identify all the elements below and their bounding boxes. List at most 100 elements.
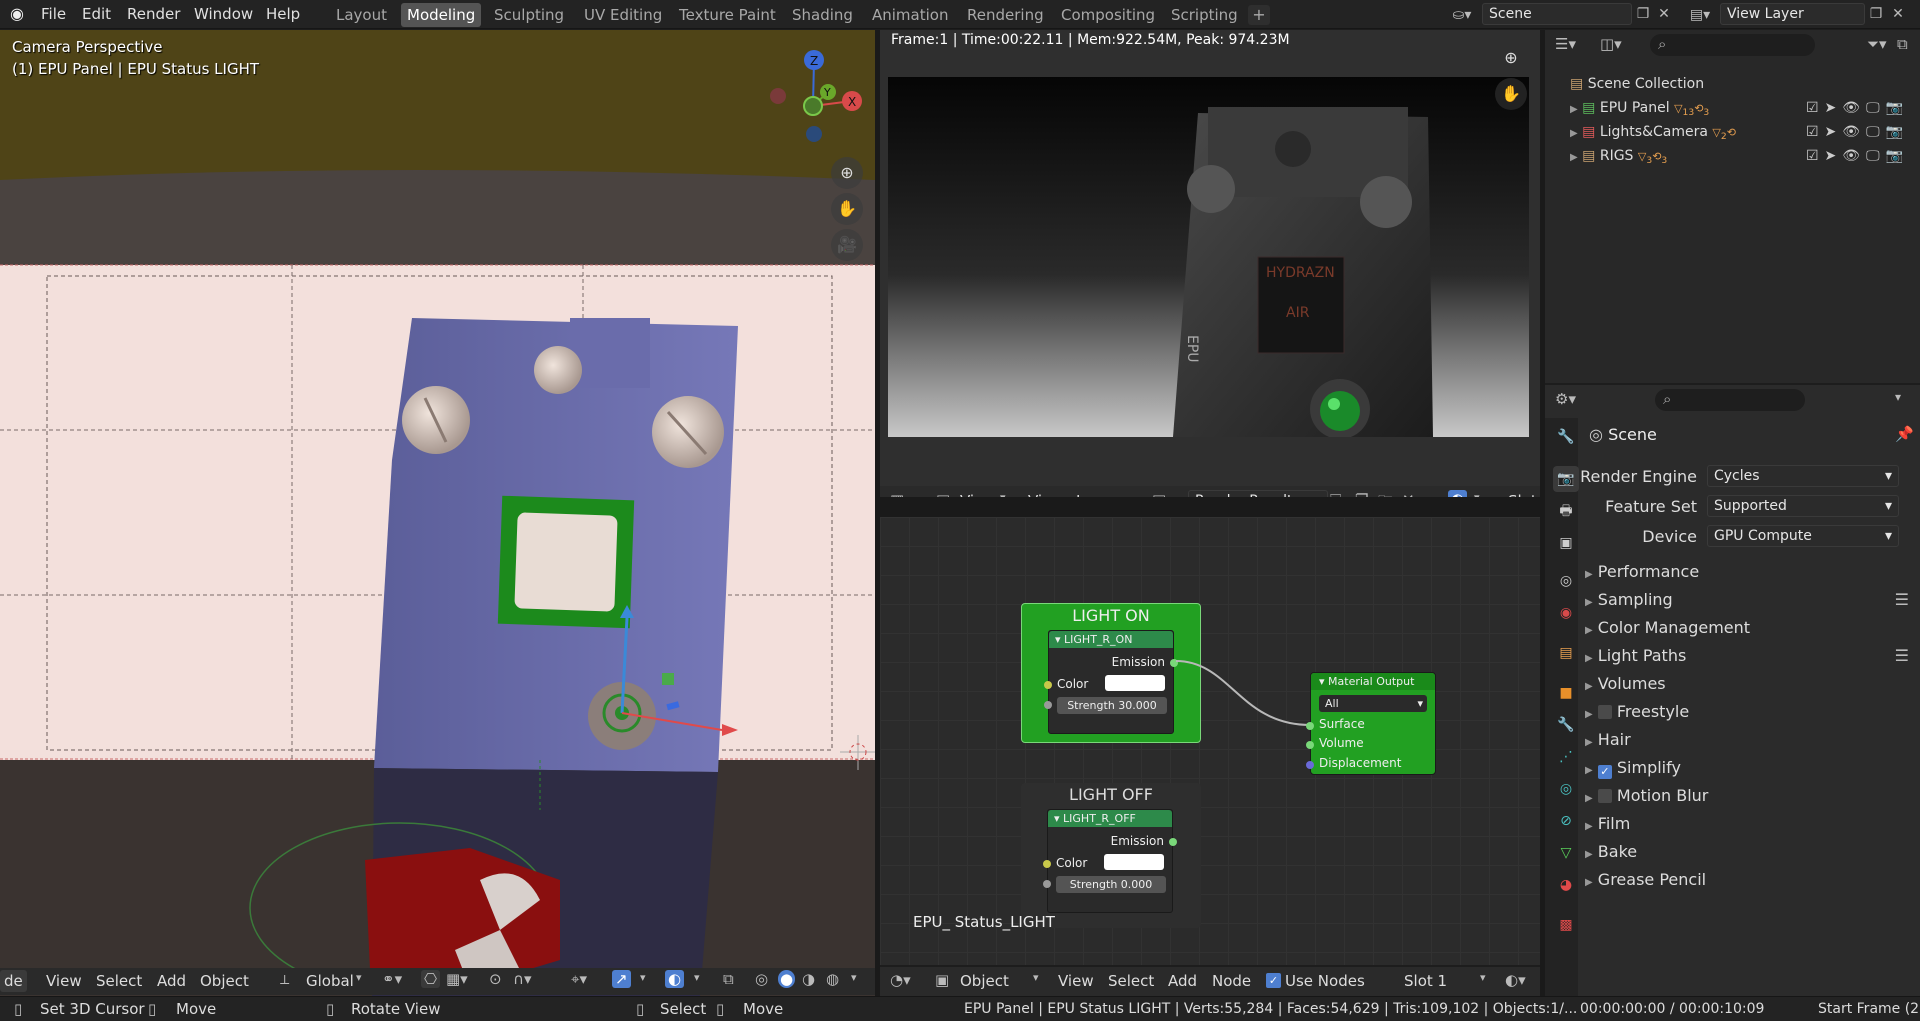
node-editor-type-icon[interactable]: ◔▾ bbox=[890, 971, 911, 989]
overlay-dropdown-icon[interactable]: ▾ bbox=[694, 971, 700, 984]
gizmo-toggle-icon[interactable]: ↗ bbox=[612, 970, 631, 988]
outliner-search-input[interactable]: ⌕ bbox=[1650, 34, 1815, 56]
viewport-menu-select[interactable]: Select bbox=[96, 970, 142, 992]
camera-render-icon[interactable]: 📷 bbox=[1886, 148, 1909, 164]
display-mode-icon[interactable]: ◫▾ bbox=[1600, 35, 1622, 53]
camera-view-icon[interactable]: 🎥 bbox=[831, 229, 863, 261]
visibility-icon[interactable]: ⌖▾ bbox=[571, 970, 587, 988]
menu-file[interactable]: File bbox=[41, 3, 66, 25]
eye-icon[interactable]: 👁 bbox=[1842, 148, 1866, 164]
material-output-target-dropdown[interactable]: All ▾ bbox=[1319, 695, 1427, 712]
pan-hand-icon[interactable]: ✋ bbox=[831, 193, 863, 225]
panel-freestyle[interactable]: ▶ Freestyle bbox=[1585, 698, 1915, 726]
panel-bake[interactable]: ▶ Bake bbox=[1585, 838, 1915, 866]
pivot-icon[interactable]: ⚭▾ bbox=[382, 970, 402, 988]
texture-tab-icon[interactable]: ▩ bbox=[1553, 912, 1579, 938]
overlay-toggle-icon[interactable]: ◐ bbox=[665, 970, 685, 988]
slot-dropdown[interactable]: Slot 1 bbox=[1404, 970, 1447, 992]
gizmo-dropdown-icon[interactable]: ▾ bbox=[640, 971, 646, 984]
view-layer-copy-icon[interactable]: ❐ bbox=[1866, 3, 1886, 25]
shading-material-icon[interactable]: ◑ bbox=[802, 970, 815, 988]
outliner-row[interactable]: ▶ ▤ EPU Panel ▽13⟲3 ☑➤👁🖵📷 bbox=[1570, 96, 1915, 120]
scene-collection-row[interactable]: ▤ Scene Collection bbox=[1570, 72, 1704, 96]
scene-remove-icon[interactable]: ✕ bbox=[1654, 3, 1674, 25]
panel-volumes[interactable]: ▶ Volumes bbox=[1585, 670, 1915, 698]
navigation-gizmo[interactable]: Z X Y bbox=[758, 38, 868, 148]
displacement-input-socket[interactable] bbox=[1306, 761, 1314, 769]
presets-list-icon[interactable]: ☰ bbox=[1895, 586, 1909, 614]
menu-help[interactable]: Help bbox=[266, 3, 300, 25]
surface-input-socket[interactable] bbox=[1306, 722, 1314, 730]
menu-edit[interactable]: Edit bbox=[82, 3, 111, 25]
render-engine-dropdown[interactable]: Cycles ▾ bbox=[1707, 465, 1899, 487]
exclude-checkbox[interactable]: ☑ bbox=[1806, 100, 1825, 116]
menu-window[interactable]: Window bbox=[194, 3, 253, 25]
panel-motion-blur[interactable]: ▶ Motion Blur bbox=[1585, 782, 1915, 810]
panel-performance[interactable]: ▶ Performance bbox=[1585, 558, 1915, 586]
data-tab-icon[interactable]: ▽ bbox=[1553, 840, 1579, 866]
view-layer-icon[interactable]: ▤▾ bbox=[1685, 4, 1715, 26]
monitor-icon[interactable]: 🖵 bbox=[1866, 124, 1886, 140]
image-zoom-icon[interactable]: ⊕ bbox=[1495, 42, 1527, 74]
3d-viewport[interactable]: Camera Perspective (1) EPU Panel | EPU S… bbox=[0, 30, 875, 996]
node-menu-node[interactable]: Node bbox=[1212, 970, 1251, 992]
tab-rendering[interactable]: Rendering bbox=[961, 3, 1050, 27]
outliner-editor-icon[interactable]: ☰▾ bbox=[1555, 35, 1576, 53]
node-menu-view[interactable]: View bbox=[1058, 970, 1094, 992]
select-arrow-icon[interactable]: ➤ bbox=[1825, 100, 1843, 116]
expand-arrow-icon[interactable]: ▶ bbox=[1570, 104, 1578, 115]
falloff-icon[interactable]: ∩▾ bbox=[513, 970, 532, 988]
constraints-tab-icon[interactable]: ⊘ bbox=[1553, 808, 1579, 834]
use-nodes-checkbox[interactable]: ✓ bbox=[1266, 973, 1281, 988]
properties-editor[interactable]: ⚙▾ ⌕ ▾ 🔧 📷 🖶 ▣ ◎ ◉ ▤ ■ 🔧 ⋰ ◎ ⊘ ▽ ◕ ▩ ◎ S… bbox=[1545, 385, 1920, 996]
viewport-menu-object[interactable]: Object bbox=[200, 970, 249, 992]
snap-icon[interactable]: ⎔ bbox=[421, 970, 441, 988]
scene-tab-icon[interactable]: ◎ bbox=[1553, 568, 1579, 594]
scene-field[interactable]: Scene bbox=[1482, 3, 1632, 25]
tab-shading[interactable]: Shading bbox=[786, 3, 859, 27]
node-menu-add[interactable]: Add bbox=[1168, 970, 1197, 992]
mode-dropdown[interactable]: de bbox=[0, 970, 27, 992]
panel-simplify[interactable]: ▶ ✓ Simplify bbox=[1585, 754, 1915, 782]
camera-render-icon[interactable]: 📷 bbox=[1886, 100, 1909, 116]
view-layer-remove-icon[interactable]: ✕ bbox=[1888, 3, 1908, 25]
scene-icon[interactable]: ⛀▾ bbox=[1447, 4, 1477, 26]
panel-enable-checkbox[interactable] bbox=[1597, 789, 1612, 803]
tool-tab-icon[interactable]: 🔧 bbox=[1553, 424, 1579, 450]
expand-arrow-icon[interactable]: ▶ bbox=[1570, 152, 1578, 163]
blender-logo-icon[interactable]: ◉ bbox=[10, 4, 32, 24]
add-workspace-icon[interactable]: + bbox=[1248, 5, 1270, 25]
tab-compositing[interactable]: Compositing bbox=[1055, 3, 1161, 27]
outliner-row[interactable]: ▶ ▤ RIGS ▽3⟲3 ☑➤👁🖵📷 bbox=[1570, 144, 1915, 168]
scene-copy-icon[interactable]: ❐ bbox=[1633, 3, 1653, 25]
shading-solid-icon[interactable]: ● bbox=[778, 970, 796, 988]
shader-node-editor[interactable]: LIGHT ON ▾ LIGHT_R_ON Emission Color Str… bbox=[880, 517, 1540, 965]
viewport-menu-add[interactable]: Add bbox=[157, 970, 186, 992]
particles-tab-icon[interactable]: ⋰ bbox=[1553, 744, 1579, 770]
tab-modeling[interactable]: Modeling bbox=[401, 3, 482, 27]
panel-grease-pencil[interactable]: ▶ Grease Pencil bbox=[1585, 866, 1915, 894]
pin-icon[interactable]: ◐▾ bbox=[1505, 971, 1526, 989]
zoom-icon[interactable]: ⊕ bbox=[831, 157, 863, 189]
feature-set-dropdown[interactable]: Supported ▾ bbox=[1707, 495, 1899, 517]
shading-dropdown-icon[interactable]: ▾ bbox=[851, 971, 857, 984]
exclude-checkbox[interactable]: ☑ bbox=[1806, 148, 1825, 164]
viewport-menu-view[interactable]: View bbox=[46, 970, 82, 992]
tab-texture-paint[interactable]: Texture Paint bbox=[673, 3, 782, 27]
physics-tab-icon[interactable]: ◎ bbox=[1553, 776, 1579, 802]
tab-layout[interactable]: Layout bbox=[330, 3, 393, 27]
area-divider-h[interactable] bbox=[880, 497, 1540, 517]
presets-list-icon[interactable]: ☰ bbox=[1895, 642, 1909, 670]
xray-icon[interactable]: ⧉ bbox=[723, 970, 734, 988]
shading-wireframe-icon[interactable]: ◎ bbox=[755, 970, 768, 988]
eye-icon[interactable]: 👁 bbox=[1842, 124, 1866, 140]
modifier-tab-icon[interactable]: 🔧 bbox=[1553, 712, 1579, 738]
eye-icon[interactable]: 👁 bbox=[1842, 100, 1866, 116]
select-arrow-icon[interactable]: ➤ bbox=[1825, 124, 1843, 140]
properties-editor-icon[interactable]: ⚙▾ bbox=[1555, 390, 1576, 408]
material-tab-icon[interactable]: ◕ bbox=[1553, 872, 1579, 898]
properties-options-icon[interactable]: ▾ bbox=[1895, 390, 1901, 404]
camera-render-icon[interactable]: 📷 bbox=[1886, 124, 1909, 140]
material-output-node[interactable]: ▾ Material Output All ▾ Surface Volume Di… bbox=[1306, 672, 1436, 775]
monitor-icon[interactable]: 🖵 bbox=[1866, 100, 1886, 116]
